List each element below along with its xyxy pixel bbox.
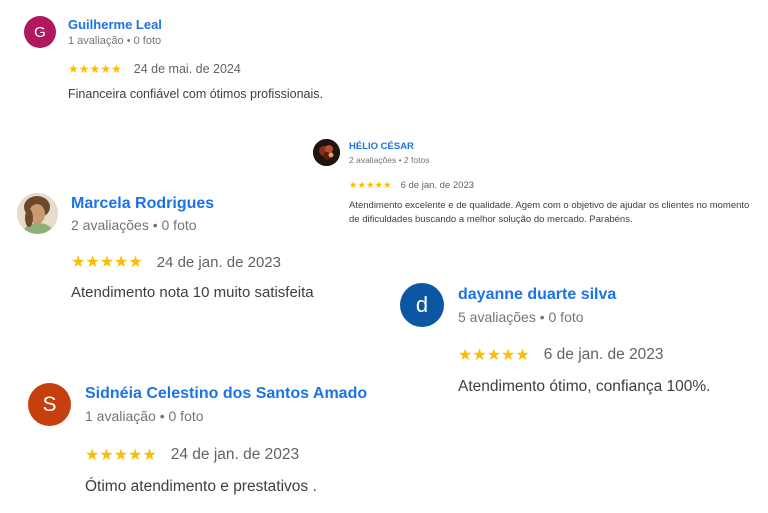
rating-row: ★★★★★ 24 de jan. de 2023: [85, 445, 448, 465]
review-text: Ótimo atendimento e prestativos .: [85, 478, 317, 495]
reviewer-meta: 2 avaliações • 2 fotos: [349, 154, 430, 165]
review-card: d dayanne duarte silva 5 avaliações • 0 …: [400, 283, 760, 396]
rating-row: ★★★★★ 6 de jan. de 2023: [349, 180, 758, 191]
reviewer-info: dayanne duarte silva 5 avaliações • 0 fo…: [458, 286, 616, 325]
review-header: Marcela Rodrigues 2 avaliações • 0 foto: [17, 193, 377, 234]
avatar[interactable]: G: [24, 16, 56, 48]
reviewer-meta: 1 avaliação • 0 foto: [85, 408, 204, 424]
review-text: Atendimento ótimo, confiança 100%.: [458, 378, 711, 395]
review-card: G Guilherme Leal 1 avaliação • 0 foto ★★…: [24, 16, 744, 101]
reviewer-meta: 2 avaliações • 0 foto: [71, 216, 197, 233]
review-text: Atendimento nota 10 muito satisfeita: [71, 284, 314, 301]
review-card: Marcela Rodrigues 2 avaliações • 0 foto …: [17, 193, 377, 301]
reviewer-info: Marcela Rodrigues 2 avaliações • 0 foto: [71, 195, 214, 233]
avatar[interactable]: S: [28, 383, 71, 426]
star-rating: ★★★★★: [71, 254, 143, 271]
review-header: d dayanne duarte silva 5 avaliações • 0 …: [400, 283, 760, 327]
reviewer-name[interactable]: dayanne duarte silva: [458, 286, 616, 304]
star-rating: ★★★★★: [85, 447, 157, 464]
review-text: Financeira confiável com ótimos profissi…: [68, 87, 323, 101]
reviewer-info: Guilherme Leal 1 avaliação • 0 foto: [68, 17, 162, 47]
reviewer-name[interactable]: Guilherme Leal: [68, 17, 162, 32]
reviewer-info: HÉLIO CÉSAR 2 avaliações • 2 fotos: [349, 141, 429, 165]
reviewer-name[interactable]: Marcela Rodrigues: [71, 195, 214, 213]
review-header: G Guilherme Leal 1 avaliação • 0 foto: [24, 16, 744, 48]
rating-row: ★★★★★ 24 de jan. de 2023: [71, 252, 377, 272]
photo-avatar-icon: [17, 193, 58, 234]
review-header: S Sidnéia Celestino dos Santos Amado 1 a…: [28, 383, 448, 426]
reviewer-meta: 1 avaliação • 0 foto: [68, 35, 162, 47]
reviewer-name[interactable]: HÉLIO CÉSAR: [349, 141, 429, 152]
rating-row: ★★★★★ 24 de mai. de 2024: [68, 62, 744, 76]
avatar[interactable]: [17, 193, 58, 234]
star-rating: ★★★★★: [458, 347, 530, 364]
avatar[interactable]: [313, 139, 340, 166]
star-rating: ★★★★★: [349, 180, 392, 191]
avatar[interactable]: d: [400, 283, 444, 327]
review-date: 24 de jan. de 2023: [170, 446, 300, 463]
reviewer-meta: 5 avaliações • 0 foto: [458, 308, 584, 325]
review-text: Atendimento excelente e de qualidade. Ag…: [349, 200, 750, 225]
star-rating: ★★★★★: [68, 62, 122, 76]
review-header: HÉLIO CÉSAR 2 avaliações • 2 fotos: [313, 139, 758, 166]
review-card: HÉLIO CÉSAR 2 avaliações • 2 fotos ★★★★★…: [313, 139, 758, 227]
reviewer-name[interactable]: Sidnéia Celestino dos Santos Amado: [85, 385, 367, 403]
review-date: 24 de jan. de 2023: [156, 253, 281, 271]
rating-row: ★★★★★ 6 de jan. de 2023: [458, 345, 760, 365]
reviewer-info: Sidnéia Celestino dos Santos Amado 1 ava…: [85, 385, 367, 424]
review-date: 24 de mai. de 2024: [133, 62, 241, 76]
photo-avatar-icon: [313, 139, 340, 166]
review-date: 6 de jan. de 2023: [543, 346, 664, 363]
review-card: S Sidnéia Celestino dos Santos Amado 1 a…: [28, 383, 448, 496]
review-date: 6 de jan. de 2023: [400, 180, 475, 191]
